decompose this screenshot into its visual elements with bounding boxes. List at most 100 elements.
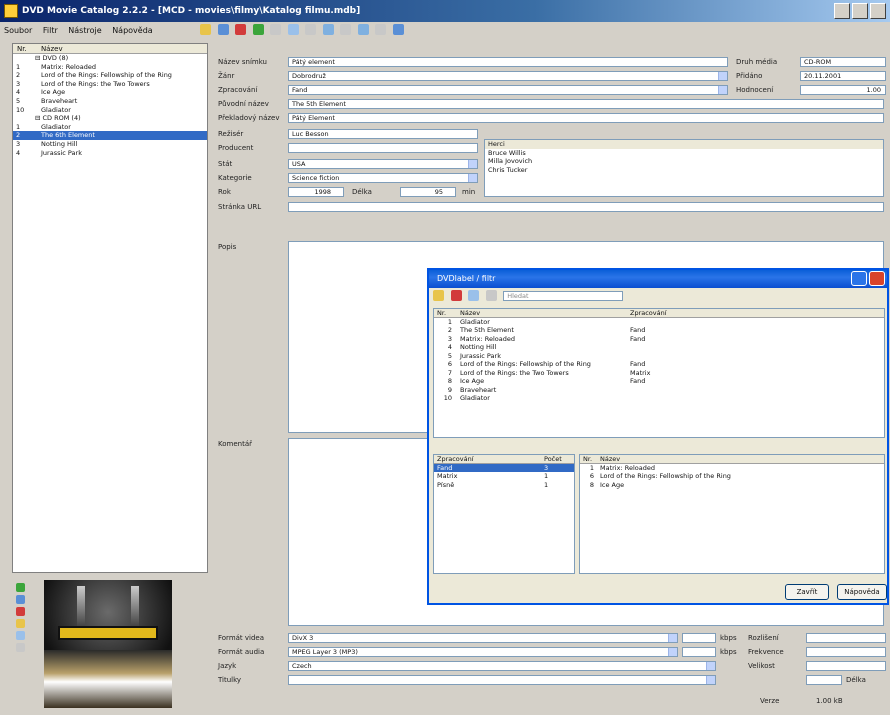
print-icon[interactable] [340, 24, 352, 35]
chevron-down-icon[interactable] [706, 676, 715, 684]
minimize-icon[interactable] [834, 3, 850, 19]
tree-row[interactable]: 1 Matrix: Reloaded [13, 63, 207, 72]
detail-row[interactable]: 6 Lord of the Rings: Fellowship of the Ri… [580, 472, 884, 481]
movie-row[interactable]: 5 Jurassic Park [434, 352, 884, 361]
folder-icon[interactable] [16, 619, 25, 628]
menu-filter[interactable]: Filtr [43, 22, 58, 40]
chevron-down-icon[interactable] [468, 174, 477, 182]
tree-row[interactable]: 2 The 6th Element [13, 131, 207, 140]
category-list[interactable]: Zpracování Počet Fand 3 Matrix 1 Písně 1 [433, 454, 575, 574]
director-field[interactable]: Luc Besson [288, 129, 478, 139]
tree-row[interactable]: 5 Braveheart [13, 97, 207, 106]
genre-combo[interactable]: Dobrodruž [288, 71, 728, 81]
close-icon[interactable] [870, 3, 886, 19]
delete-icon[interactable] [16, 607, 25, 616]
added-date-field[interactable]: 20.11.2001 [800, 71, 886, 81]
translated-title-field[interactable]: Pátý Element [288, 113, 884, 123]
title-field[interactable]: Pátý element [288, 57, 728, 67]
movie-list[interactable]: Nr. Název Zpracování 1 Gladiator 2 The 5th El… [433, 308, 885, 438]
movie-row[interactable]: 8 Ice Age Fand [434, 377, 884, 386]
audio-bitrate-field[interactable] [682, 647, 716, 657]
help-icon[interactable] [393, 24, 405, 35]
category-row[interactable]: Písně 1 [434, 481, 574, 490]
add-icon[interactable] [252, 24, 264, 35]
help-button[interactable]: Nápověda [837, 584, 887, 600]
tree-row[interactable]: ⊟ CD ROM (4) [13, 114, 207, 123]
actor-item[interactable]: Milla Jovovich [488, 157, 883, 166]
maximize-icon[interactable] [852, 3, 868, 19]
frequency-field[interactable] [806, 647, 886, 657]
category-row[interactable]: Matrix 1 [434, 472, 574, 481]
paste-icon[interactable] [305, 24, 317, 35]
length-field[interactable]: 95 [400, 187, 456, 197]
menu-tools[interactable]: Nástroje [68, 22, 101, 40]
url-field[interactable] [288, 202, 884, 212]
open-icon[interactable] [200, 24, 211, 35]
chevron-down-icon[interactable] [706, 662, 715, 670]
tree-panel[interactable]: Nr. Název ⊟ DVD (8) 1 Matrix: Reloaded 2 Lor… [12, 43, 208, 573]
menu-help[interactable]: Nápověda [112, 22, 153, 40]
category-combo[interactable]: Science fiction [288, 173, 478, 183]
image-icon[interactable] [16, 631, 25, 640]
chevron-down-icon[interactable] [668, 634, 677, 642]
export-icon[interactable] [357, 24, 369, 35]
genre2-combo[interactable]: Fand [288, 85, 728, 95]
movie-row[interactable]: 3 Matrix: Reloaded Fand [434, 335, 884, 344]
medium-field[interactable]: CD-ROM [800, 57, 886, 67]
video-format-combo[interactable]: DivX 3 [288, 633, 678, 643]
delete-icon[interactable] [450, 290, 462, 301]
rating-field[interactable]: 1.00 [800, 85, 886, 95]
subtitles-combo[interactable] [288, 675, 716, 685]
maximize-icon[interactable] [851, 271, 867, 286]
close-icon[interactable] [869, 271, 885, 286]
movie-row[interactable]: 2 The 5th Element Fand [434, 326, 884, 335]
close-button[interactable]: Zavřít [785, 584, 829, 600]
movie-row[interactable]: 7 Lord of the Rings: the Two Towers Matrix [434, 369, 884, 378]
actor-item[interactable]: Chris Tucker [488, 166, 883, 175]
year-field[interactable]: 1998 [288, 187, 344, 197]
filter-dialog[interactable]: DVDlabel / filtr Hledat Nr. Název Zpracová… [427, 268, 889, 605]
video-bitrate-field[interactable] [682, 633, 716, 643]
open-icon[interactable] [433, 290, 444, 301]
filter-icon[interactable] [468, 290, 480, 301]
tree-row[interactable]: 2 Lord of the Rings: Fellowship of the Ri… [13, 71, 207, 80]
delete-icon[interactable] [235, 24, 247, 35]
dialog-search-input[interactable]: Hledat [503, 290, 624, 301]
chevron-down-icon[interactable] [718, 72, 727, 80]
tree-row[interactable]: 3 Notting Hill [13, 140, 207, 149]
tree-row[interactable]: 1 Gladiator [13, 123, 207, 132]
movie-row[interactable]: 6 Lord of the Rings: Fellowship of the Ri… [434, 360, 884, 369]
search-icon[interactable] [485, 290, 497, 301]
window-titlebar[interactable]: DVD Movie Catalog 2.2.2 - [MCD - movies\… [0, 0, 890, 22]
tree-row[interactable]: 4 Ice Age [13, 88, 207, 97]
tree-row[interactable]: 3 Lord of the Rings: the Two Towers [13, 80, 207, 89]
add-icon[interactable] [16, 583, 25, 592]
category-row[interactable]: Fand 3 [434, 463, 574, 472]
menu-file[interactable]: Soubor [4, 22, 32, 40]
save-icon[interactable] [217, 24, 229, 35]
detail-row[interactable]: 1 Matrix: Reloaded [580, 464, 884, 473]
detail-list[interactable]: Nr. Název 1 Matrix: Reloaded 6 Lord of the R… [579, 454, 885, 574]
original-title-field[interactable]: The 5th Element [288, 99, 884, 109]
movie-row[interactable]: 9 Braveheart [434, 386, 884, 395]
refresh-icon[interactable] [16, 643, 25, 652]
detail-row[interactable]: 8 Ice Age [580, 481, 884, 490]
filter-icon[interactable] [322, 24, 334, 35]
actors-panel[interactable]: Herci Bruce Willis Milla Jovovich Chris Tu… [484, 139, 884, 197]
dialog-titlebar[interactable]: DVDlabel / filtr [429, 270, 887, 288]
tree-row[interactable]: ⊟ DVD (8) [13, 54, 207, 63]
language-combo[interactable]: Czech [288, 661, 716, 671]
cut-icon[interactable] [270, 24, 282, 35]
chevron-down-icon[interactable] [718, 86, 727, 94]
edit-icon[interactable] [16, 595, 25, 604]
movie-row[interactable]: 1 Gladiator [434, 318, 884, 327]
tree-row[interactable]: 4 Jurassic Park [13, 149, 207, 158]
producer-field[interactable] [288, 143, 478, 153]
actor-item[interactable]: Bruce Willis [488, 149, 883, 158]
settings-icon[interactable] [375, 24, 387, 35]
chevron-down-icon[interactable] [468, 160, 477, 168]
tree-row[interactable]: 10 Gladiator [13, 106, 207, 115]
size-field[interactable] [806, 661, 886, 671]
resolution-field[interactable] [806, 633, 886, 643]
country-combo[interactable]: USA [288, 159, 478, 169]
